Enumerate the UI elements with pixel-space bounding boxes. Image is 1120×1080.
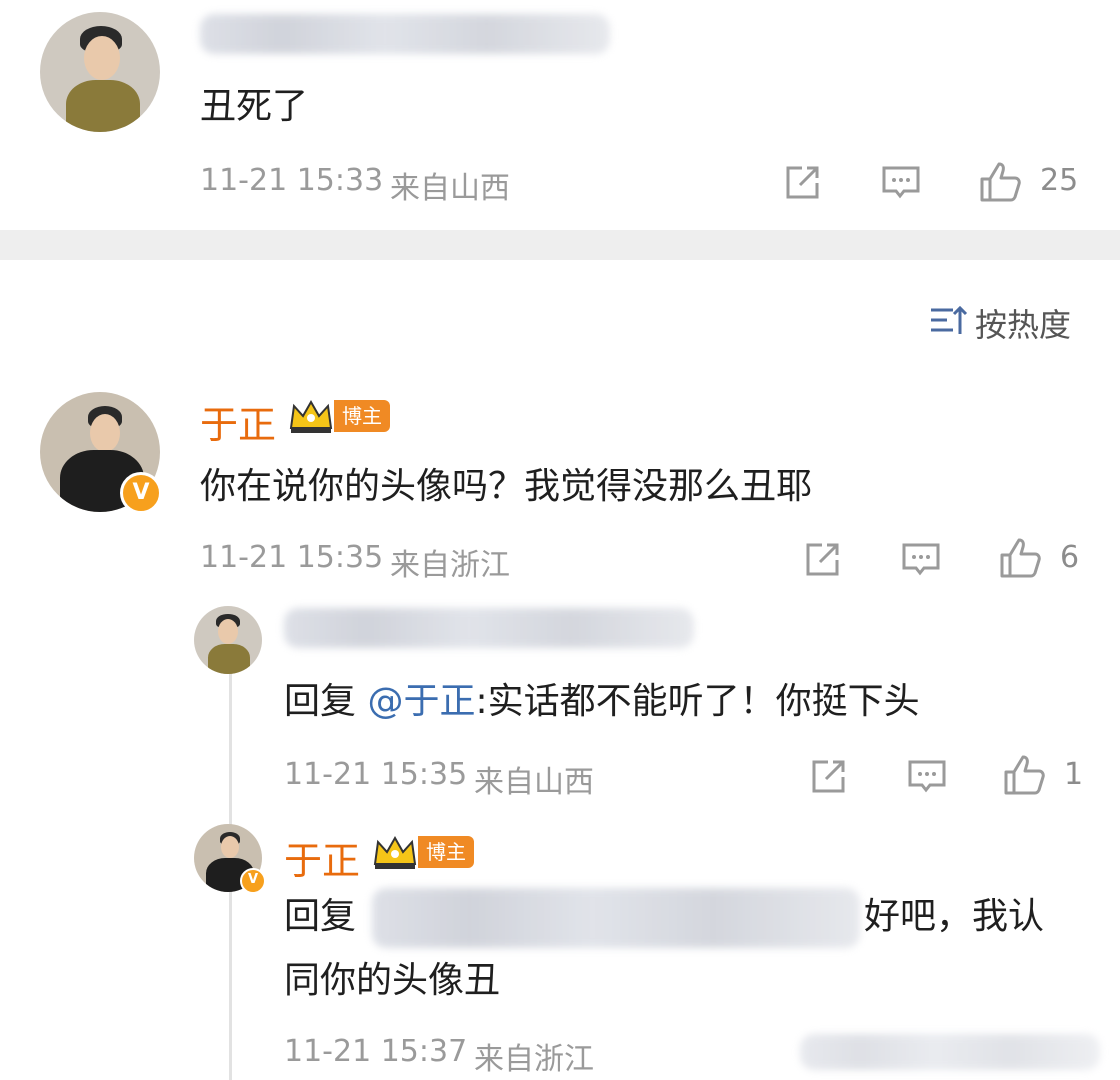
crown-icon [373, 835, 417, 869]
blurred-username [200, 14, 610, 54]
reply-body-continued: 同你的头像丑 [284, 960, 501, 1001]
reply-prefix: 回复 [284, 681, 368, 722]
crown-icon [289, 399, 333, 433]
share-button[interactable] [808, 757, 848, 801]
like-button[interactable] [1002, 753, 1046, 801]
share-button[interactable] [802, 540, 842, 584]
like-button[interactable] [978, 160, 1022, 208]
comment-time: 11-21 15:35 [284, 757, 468, 792]
comment-button[interactable] [900, 540, 942, 584]
comment-button[interactable] [880, 163, 922, 207]
comment-text: 你在说你的头像吗？我觉得没那么丑耶 [200, 466, 813, 507]
section-divider [0, 230, 1120, 260]
thumbs-up-icon [980, 162, 1021, 202]
reply-prefix: 回复 [284, 896, 357, 937]
thumbs-up-icon [1000, 538, 1041, 578]
share-icon [812, 760, 845, 793]
avatar[interactable] [194, 606, 262, 674]
comment-button[interactable] [906, 757, 948, 801]
avatar-face [90, 414, 120, 452]
avatar-face [218, 619, 238, 644]
verified-badge-icon: V [240, 868, 266, 894]
blogger-tag: 博主 [334, 400, 390, 432]
comment-time: 11-21 15:37 [284, 1034, 468, 1069]
comment-time: 11-21 15:35 [200, 540, 384, 575]
reply-text: 回复 @于正:实话都不能听了！你挺下头 [284, 673, 920, 731]
sort-icon [931, 305, 968, 334]
author-badge: 博主 [372, 834, 474, 870]
sort-label[interactable]: 按热度 [975, 300, 1071, 346]
verified-badge-icon: V [120, 472, 162, 514]
blurred-actions [800, 1034, 1100, 1070]
like-count: 1 [1064, 757, 1084, 792]
comment-time: 11-21 15:33 [200, 163, 384, 198]
like-count: 6 [1060, 540, 1080, 575]
blurred-username [284, 608, 694, 648]
share-icon [806, 543, 839, 576]
comment-location: 来自浙江 [390, 548, 510, 583]
avatar-body [208, 644, 250, 674]
blurred-mention [372, 888, 860, 948]
avatar-body [66, 80, 140, 132]
share-icon [786, 166, 819, 199]
comment-icon [902, 543, 940, 576]
avatar[interactable] [40, 12, 160, 132]
comment-icon [908, 760, 946, 793]
author-badge: 博主 [288, 398, 390, 434]
reply-body: :实话都不能听了！你挺下头 [475, 681, 920, 722]
like-count: 25 [1040, 163, 1079, 198]
thumbs-up-icon [1004, 755, 1045, 795]
mention-link[interactable]: @于正 [367, 681, 475, 722]
comment-author[interactable]: 于正 [284, 830, 360, 885]
comment-text: 丑死了 [200, 86, 309, 127]
sort-button[interactable] [928, 300, 968, 344]
comment-location: 来自浙江 [474, 1042, 594, 1077]
reply-body: 好吧，我认 [864, 896, 1045, 937]
comment-location: 来自山西 [474, 765, 594, 800]
like-button[interactable] [998, 536, 1042, 584]
avatar-face [221, 836, 239, 858]
blogger-tag: 博主 [418, 836, 474, 868]
avatar-face [84, 36, 120, 80]
share-button[interactable] [782, 163, 822, 207]
comment-location: 来自山西 [390, 171, 510, 206]
comment-icon [882, 166, 920, 199]
comment-author[interactable]: 于正 [200, 394, 276, 449]
